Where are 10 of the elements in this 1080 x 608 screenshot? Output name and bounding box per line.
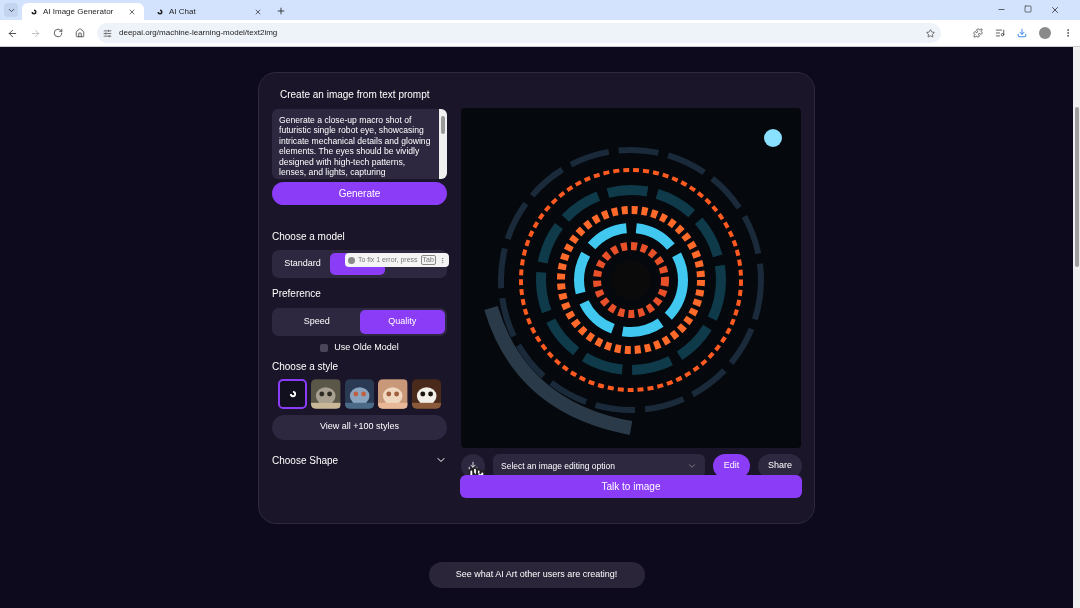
- section-label: Choose a model: [272, 230, 346, 244]
- url-text: deepai.org/machine-learning-model/text2img: [119, 27, 278, 39]
- panel-heading: Create an image from text prompt: [280, 88, 431, 102]
- checkbox-label: Use Olde Model: [334, 341, 399, 354]
- tab-title: AI Chat: [169, 5, 197, 18]
- section-label: Choose a style: [272, 359, 340, 374]
- section-label: Choose Shape: [272, 453, 339, 468]
- section-label: Preference: [272, 287, 322, 301]
- prompt-text: Generate a close-up macro shot of futuristic single robot eye, showcasing intricate mechanical details and glowing elements. The eyes should be vividly designed with high-tech patterns, lenses, and lights, capturing: [278, 114, 432, 179]
- tab-title: AI Image Generator: [43, 5, 115, 18]
